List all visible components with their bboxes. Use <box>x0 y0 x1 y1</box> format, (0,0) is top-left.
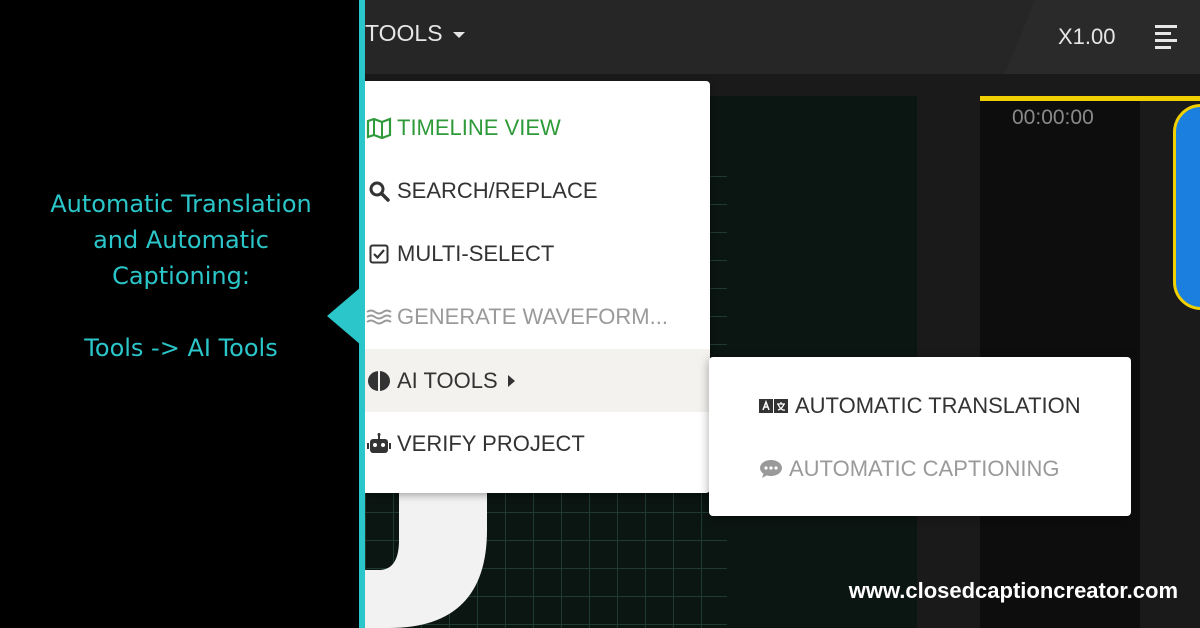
instruction-callout: Automatic Translation and Automatic Capt… <box>0 0 360 628</box>
waveform-icon <box>365 307 393 327</box>
menu-item-verify-project[interactable]: VERIFY PROJECT <box>365 412 710 475</box>
tools-dropdown-menu: TIMELINE VIEW SEARCH/REPLACE MULTI-SELEC… <box>365 81 710 493</box>
timecode: 00:00:00 <box>1012 106 1094 129</box>
menu-item-label: MULTI-SELECT <box>397 240 555 266</box>
ai-tools-submenu: AUTOMATIC TRANSLATION AUTOMATIC CAPTIONI… <box>709 357 1131 516</box>
menu-item-ai-tools[interactable]: AI TOOLS <box>365 349 710 412</box>
menu-item-multi-select[interactable]: MULTI-SELECT <box>365 222 710 285</box>
menu-item-timeline-view[interactable]: TIMELINE VIEW <box>365 96 710 159</box>
tools-menu-label: TOOLS <box>365 20 443 46</box>
language-icon <box>759 397 789 415</box>
menu-item-label: GENERATE WAVEFORM... <box>397 303 668 329</box>
search-icon <box>365 180 393 202</box>
menu-item-label: TIMELINE VIEW <box>397 114 561 140</box>
robot-icon <box>365 432 393 455</box>
callout-menu-path: Tools -> AI Tools <box>84 334 278 362</box>
callout-title: Automatic Translation and Automatic Capt… <box>50 190 312 290</box>
brain-icon <box>365 370 393 392</box>
menu-item-label: AI TOOLS <box>397 367 498 393</box>
submenu-item-automatic-translation[interactable]: AUTOMATIC TRANSLATION <box>759 393 1081 419</box>
caret-down-icon <box>452 31 465 38</box>
comment-dots-icon <box>759 458 783 480</box>
timeline-progress-bar <box>980 96 1200 101</box>
caret-right-icon <box>507 374 515 387</box>
align-menu-icon[interactable] <box>1155 25 1177 49</box>
checkbox-icon <box>365 244 393 264</box>
callout-pointer-arrow <box>327 287 361 345</box>
menu-item-label: SEARCH/REPLACE <box>397 177 598 203</box>
timeline-clip[interactable] <box>1173 104 1200 310</box>
menu-item-label: VERIFY PROJECT <box>397 430 585 456</box>
menu-item-generate-waveform[interactable]: GENERATE WAVEFORM... <box>365 285 710 348</box>
playback-speed[interactable]: X1.00 <box>1058 24 1116 50</box>
submenu-item-label: AUTOMATIC TRANSLATION <box>795 393 1081 418</box>
callout-divider <box>359 0 365 628</box>
menu-item-search-replace[interactable]: SEARCH/REPLACE <box>365 159 710 222</box>
submenu-item-label: AUTOMATIC CAPTIONING <box>789 456 1060 481</box>
map-icon <box>365 116 393 139</box>
website-url: www.closedcaptioncreator.com <box>848 578 1178 603</box>
top-toolbar: TOOLS X1.00 <box>365 0 1200 74</box>
tools-menu-button[interactable]: TOOLS <box>365 20 465 47</box>
submenu-item-automatic-captioning[interactable]: AUTOMATIC CAPTIONING <box>759 456 1060 482</box>
